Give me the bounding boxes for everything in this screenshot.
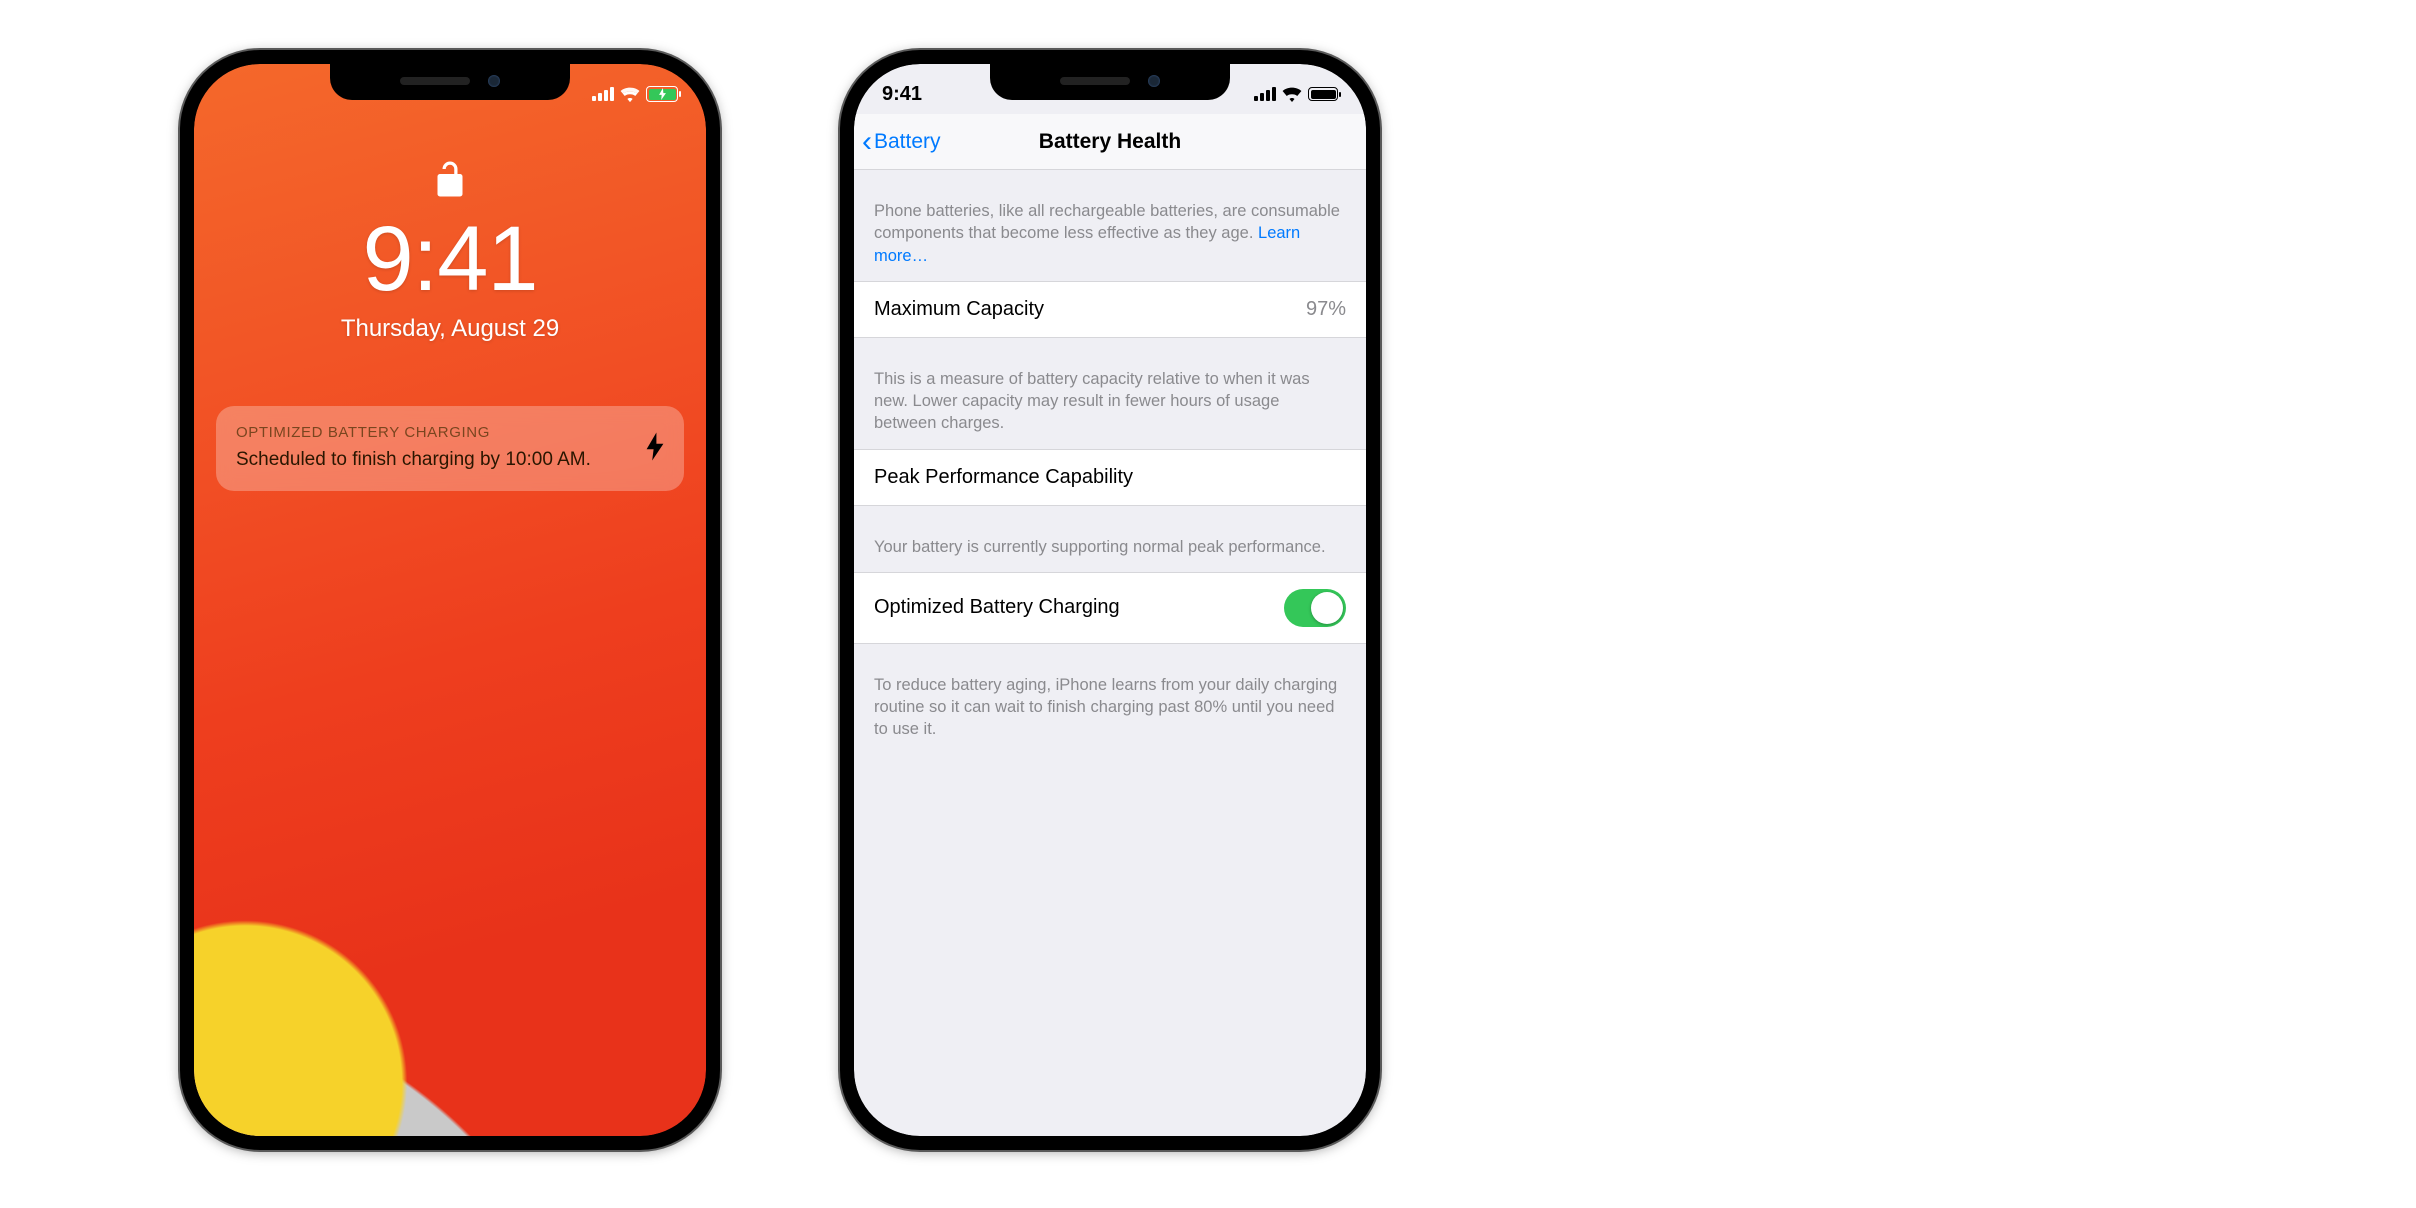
- maximum-capacity-label: Maximum Capacity: [874, 298, 1044, 321]
- lock-date: Thursday, August 29: [341, 315, 559, 343]
- side-power-button: [719, 324, 720, 444]
- maximum-capacity-value: 97%: [1306, 298, 1346, 321]
- back-label: Battery: [874, 130, 941, 154]
- device-notch: [990, 64, 1230, 100]
- battery-full-icon: [1308, 87, 1338, 101]
- bolt-icon: [646, 432, 664, 465]
- device-notch: [330, 64, 570, 100]
- cellular-signal-icon: [1254, 87, 1276, 101]
- volume-down-button: [840, 414, 841, 494]
- page-title: Battery Health: [1039, 130, 1181, 154]
- notification-body: Scheduled to finish charging by 10:00 AM…: [236, 449, 664, 471]
- peak-performance-label: Peak Performance Capability: [874, 466, 1133, 489]
- wifi-icon: [620, 87, 640, 102]
- optimized-charging-label: Optimized Battery Charging: [874, 596, 1120, 619]
- maximum-capacity-note: This is a measure of battery capacity re…: [854, 338, 1366, 449]
- silence-switch: [180, 234, 181, 276]
- volume-up-button: [180, 314, 181, 394]
- silence-switch: [840, 234, 841, 276]
- notification-title: OPTIMIZED BATTERY CHARGING: [236, 424, 664, 441]
- volume-up-button: [840, 314, 841, 394]
- lock-time: 9:41: [362, 213, 537, 305]
- optimized-charging-note: To reduce battery aging, iPhone learns f…: [854, 644, 1366, 755]
- status-time: 9:41: [882, 83, 962, 106]
- battery-charging-icon: [646, 86, 678, 102]
- iphone-settings-battery-health: 9:41 ‹ Battery Battery Health Phone batt…: [840, 50, 1380, 1150]
- cellular-signal-icon: [592, 87, 614, 101]
- side-power-button: [1379, 324, 1380, 444]
- back-button[interactable]: ‹ Battery: [862, 114, 941, 169]
- charging-notification[interactable]: OPTIMIZED BATTERY CHARGING Scheduled to …: [216, 406, 684, 491]
- optimized-charging-row: Optimized Battery Charging: [854, 572, 1366, 644]
- maximum-capacity-row[interactable]: Maximum Capacity 97%: [854, 281, 1366, 338]
- unlock-icon: [435, 159, 465, 199]
- chevron-left-icon: ‹: [862, 127, 872, 157]
- peak-performance-row[interactable]: Peak Performance Capability: [854, 449, 1366, 506]
- wifi-icon: [1282, 87, 1302, 102]
- iphone-lockscreen: 9:41 Thursday, August 29 OPTIMIZED BATTE…: [180, 50, 720, 1150]
- optimized-charging-toggle[interactable]: [1284, 589, 1346, 627]
- nav-bar: ‹ Battery Battery Health: [854, 114, 1366, 170]
- intro-note: Phone batteries, like all rechargeable b…: [854, 170, 1366, 281]
- peak-performance-note: Your battery is currently supporting nor…: [854, 506, 1366, 572]
- volume-down-button: [180, 414, 181, 494]
